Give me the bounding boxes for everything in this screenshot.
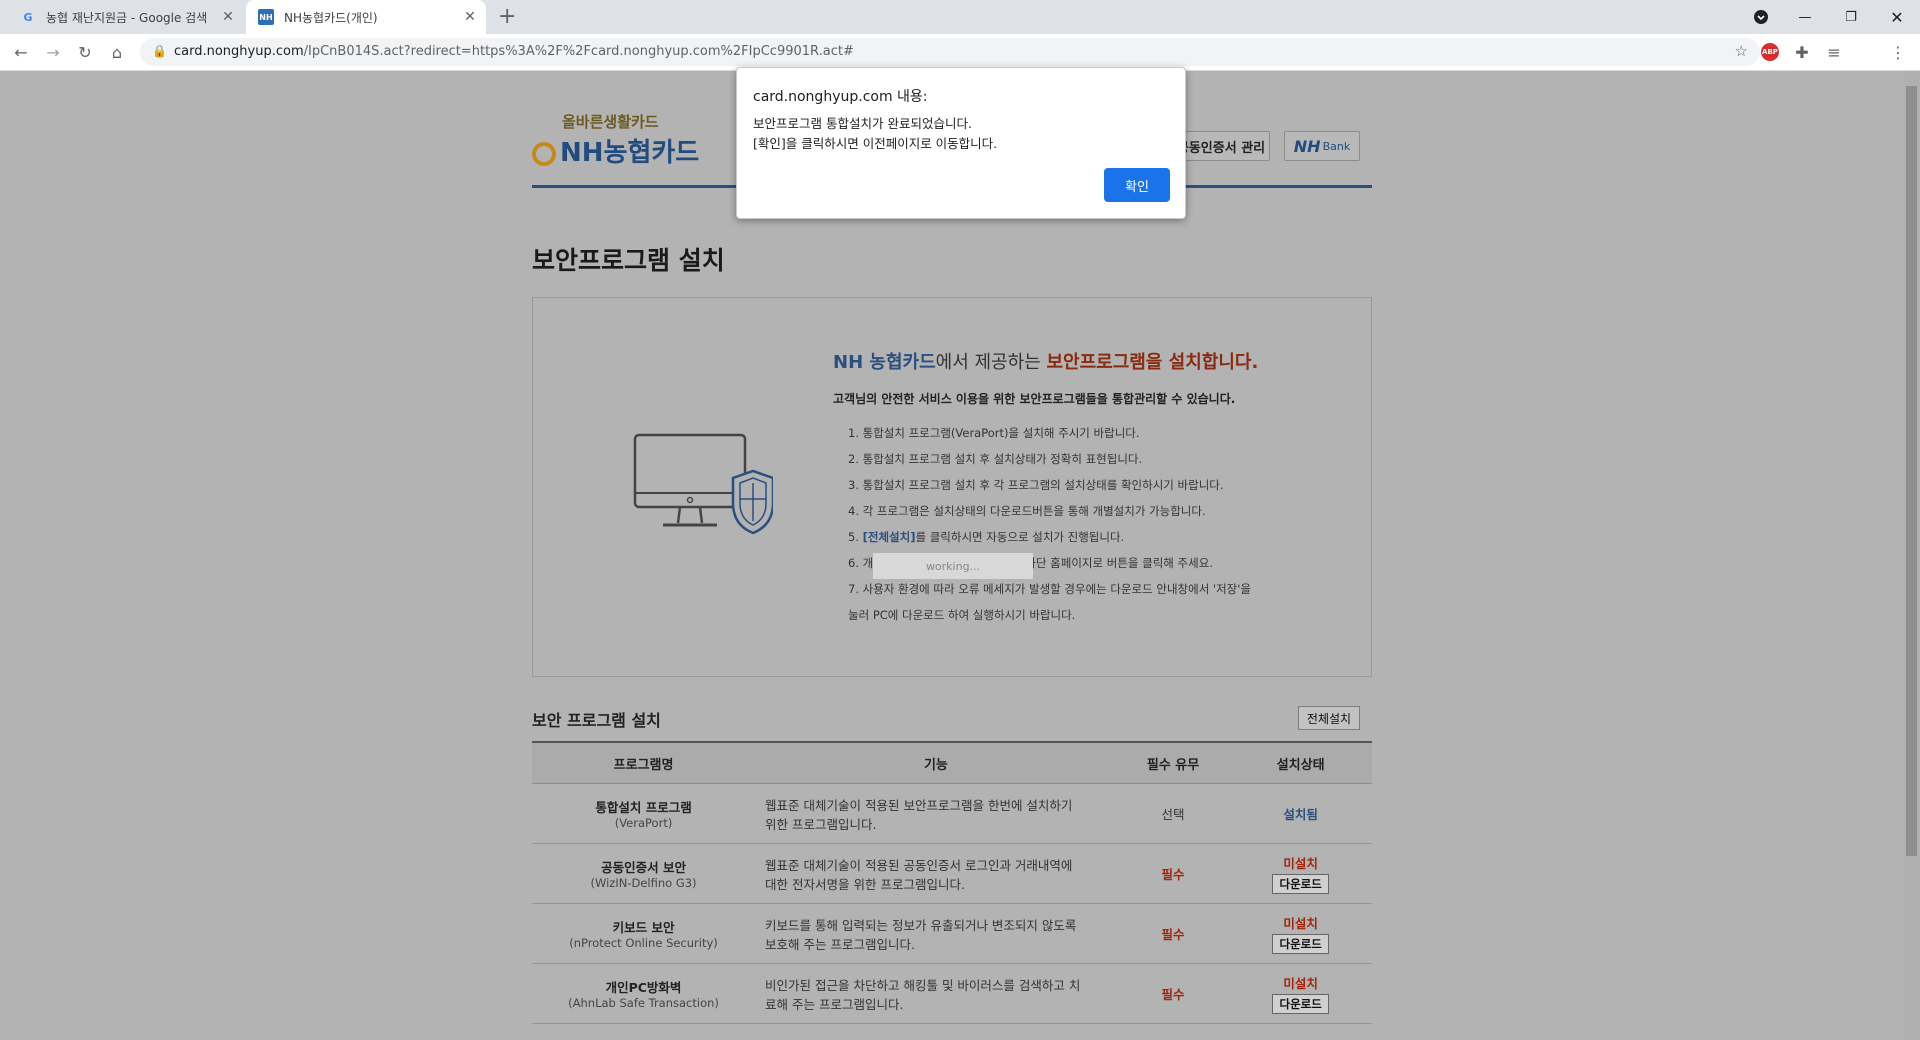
status-cell: 설치됨 <box>1229 783 1372 844</box>
dialog-origin: card.nonghyup.com 내용: <box>753 89 928 105</box>
back-arrow-icon[interactable]: ← <box>9 34 33 70</box>
program-name-cell: 통합설치 프로그램 (VeraPort) <box>532 783 756 844</box>
status-cell: 미설치다운로드 <box>1229 903 1372 964</box>
program-name-cell: 키보드 보안 (nProtect Online Security) <box>532 903 756 964</box>
program-table: 프로그램명 기능 필수 유무 설치상태 통합설치 프로그램 (VeraPort) … <box>532 741 1372 1024</box>
column-header: 필수 유무 <box>1116 741 1230 784</box>
list-item: 2. 통합설치 프로그램 설치 후 설치상태가 정확히 표현됩니다. <box>848 452 1143 466</box>
column-header: 프로그램명 <box>532 741 756 784</box>
google-icon: G <box>23 10 33 24</box>
program-desc-cell: 비인가된 접근을 차단하고 해킹툴 및 바이러스를 검색하고 치 료해 주는 프로… <box>755 963 1117 1024</box>
list-item: 5. [전체설치]를 클릭하시면 자동으로 설치가 진행됩니다. <box>848 530 1125 544</box>
scrollbar-thumb[interactable] <box>1906 86 1917 856</box>
intro-headline: NH 농협카드에서 제공하는 보안프로그램을 설치합니다. <box>833 352 1259 373</box>
chrome-menu-icon[interactable]: ⋮ <box>1886 34 1910 70</box>
tab-nh-card[interactable]: NH NH농협카드(개인) ✕ <box>246 0 486 34</box>
tab-title: NH농협카드(개인) <box>284 10 378 25</box>
program-name-cell: 개인PC방화벽 (AhnLab Safe Transaction) <box>532 963 756 1024</box>
lock-icon: 🔒 <box>152 44 167 58</box>
nh-ring-icon <box>532 141 556 166</box>
nh-favicon-icon: NH <box>258 9 274 25</box>
list-item: 1. 통합설치 프로그램(VeraPort)을 설치해 주시기 바랍니다. <box>848 426 1140 440</box>
required-cell: 필수 <box>1116 963 1230 1024</box>
dialog-message: 보안프로그램 통합설치가 완료되었습니다. [확인]을 클릭하시면 이전페이지로… <box>753 116 998 151</box>
program-desc-cell: 웹표준 대체기술이 적용된 공동인증서 로그인과 거래내역에 대한 전자서명을 위… <box>755 843 1117 904</box>
close-icon[interactable]: ✕ <box>460 9 480 25</box>
list-item: 4. 각 프로그램은 설치상태의 다운로드버튼을 통해 개별설치가 가능합니다. <box>848 504 1206 518</box>
minimize-icon[interactable]: — <box>1782 0 1828 34</box>
dialog-ok-button[interactable]: 확인 <box>1104 168 1170 202</box>
adblock-plus-icon[interactable]: ABP <box>1758 34 1782 70</box>
list-item: 3. 통합설치 프로그램 설치 후 각 프로그램의 설치상태를 확인하시기 바랍… <box>848 478 1224 492</box>
nh-bank-label: Bank <box>1322 139 1351 153</box>
media-control-icon[interactable]: ≡ <box>1822 34 1846 70</box>
status-badge: 미설치 <box>1283 916 1318 931</box>
extensions-puzzle-icon[interactable]: ✚ <box>1790 34 1814 70</box>
maximize-icon[interactable]: ❐ <box>1828 0 1874 34</box>
table-row: 공동인증서 보안 (WizIN-Delfino G3) 웹표준 대체기술이 적용된… <box>532 843 1372 904</box>
forward-arrow-icon[interactable]: → <box>41 34 65 70</box>
page-title: 보안프로그램 설치 <box>532 246 725 275</box>
nh-card-logo[interactable]: 올바른생활카드 NH농협카드 <box>532 111 699 169</box>
alert-dialog: card.nonghyup.com 내용: 보안프로그램 통합설치가 완료되었습… <box>736 67 1186 219</box>
url-text[interactable]: card.nonghyup.com/IpCnB014S.act?redirect… <box>174 44 854 59</box>
column-header: 기능 <box>755 741 1117 784</box>
logo-brand: NH농협카드 <box>532 132 699 169</box>
status-badge: 미설치 <box>1283 856 1318 871</box>
intro-subline: 고객님의 안전한 서비스 이용을 위한 보안프로그램들을 통합관리할 수 있습니… <box>833 392 1236 406</box>
table-row: 키보드 보안 (nProtect Online Security) 키보드를 통해… <box>532 903 1372 964</box>
table-row: 통합설치 프로그램 (VeraPort) 웹표준 대체기술이 적용된 보안프로그램… <box>532 783 1372 844</box>
logo-tagline: 올바른생활카드 <box>562 113 659 131</box>
install-all-button[interactable]: 전체설치 <box>1298 706 1360 730</box>
column-header: 설치상태 <box>1229 741 1372 784</box>
tab-title: 농협 재난지원금 - Google 검색 <box>46 10 208 25</box>
reload-icon[interactable]: ↻ <box>73 34 97 70</box>
list-item: 7. 사용자 환경에 따라 오류 메세지가 발생할 경우에는 다운로드 안내창에… <box>848 582 1251 596</box>
required-cell: 선택 <box>1116 783 1230 844</box>
monitor-shield-icon <box>633 433 775 547</box>
tab-google-search[interactable]: G 농협 재난지원금 - Google 검색 ✕ <box>8 0 244 34</box>
window-close-icon[interactable]: ✕ <box>1874 0 1920 34</box>
list-item: 눌러 PC에 다운로드 하여 실행하시기 바랍니다. <box>848 608 1076 622</box>
program-desc-cell: 키보드를 통해 입력되는 정보가 유출되거나 변조되지 않도록 보호해 주는 프로… <box>755 903 1117 964</box>
bookmark-star-icon[interactable]: ☆ <box>1735 42 1748 60</box>
tab-strip: G 농협 재난지원금 - Google 검색 ✕ NH NH농협카드(개인) ✕… <box>0 0 1920 34</box>
download-button[interactable]: 다운로드 <box>1272 994 1329 1014</box>
table-row: 개인PC방화벽 (AhnLab Safe Transaction) 비인가된 접근… <box>532 963 1372 1024</box>
program-name-cell: 공동인증서 보안 (WizIN-Delfino G3) <box>532 843 756 904</box>
home-icon[interactable]: ⌂ <box>105 34 129 70</box>
nh-bank-logo: NH <box>1293 136 1321 156</box>
nh-bank-button[interactable]: NH Bank <box>1284 131 1360 161</box>
status-cell: 미설치다운로드 <box>1229 843 1372 904</box>
working-indicator: working... <box>873 553 1033 579</box>
status-badge: 미설치 <box>1283 976 1318 991</box>
cert-manage-button[interactable]: 공동인증서 관리 <box>1172 131 1270 161</box>
tab-search-icon[interactable] <box>1738 0 1784 34</box>
program-desc-cell: 웹표준 대체기술이 적용된 보안프로그램을 한번에 설치하기 위한 프로그램입니다… <box>755 783 1117 844</box>
address-bar[interactable]: 🔒 card.nonghyup.com/IpCnB014S.act?redire… <box>140 38 1760 66</box>
browser-toolbar: ← → ↻ ⌂ 🔒 card.nonghyup.com/IpCnB014S.ac… <box>0 34 1920 71</box>
install-section-title: 보안 프로그램 설치 <box>532 711 661 730</box>
required-cell: 필수 <box>1116 903 1230 964</box>
download-button[interactable]: 다운로드 <box>1272 874 1329 894</box>
status-badge: 설치됨 <box>1283 807 1318 822</box>
required-cell: 필수 <box>1116 843 1230 904</box>
status-cell: 미설치다운로드 <box>1229 963 1372 1024</box>
new-tab-plus-icon[interactable]: + <box>498 6 516 28</box>
intro-box: NH 농협카드에서 제공하는 보안프로그램을 설치합니다. 고객님의 안전한 서… <box>532 297 1372 677</box>
download-button[interactable]: 다운로드 <box>1272 934 1329 954</box>
close-icon[interactable]: ✕ <box>218 9 238 25</box>
install-steps-list: 1. 통합설치 프로그램(VeraPort)을 설치해 주시기 바랍니다. 2.… <box>848 420 1251 628</box>
